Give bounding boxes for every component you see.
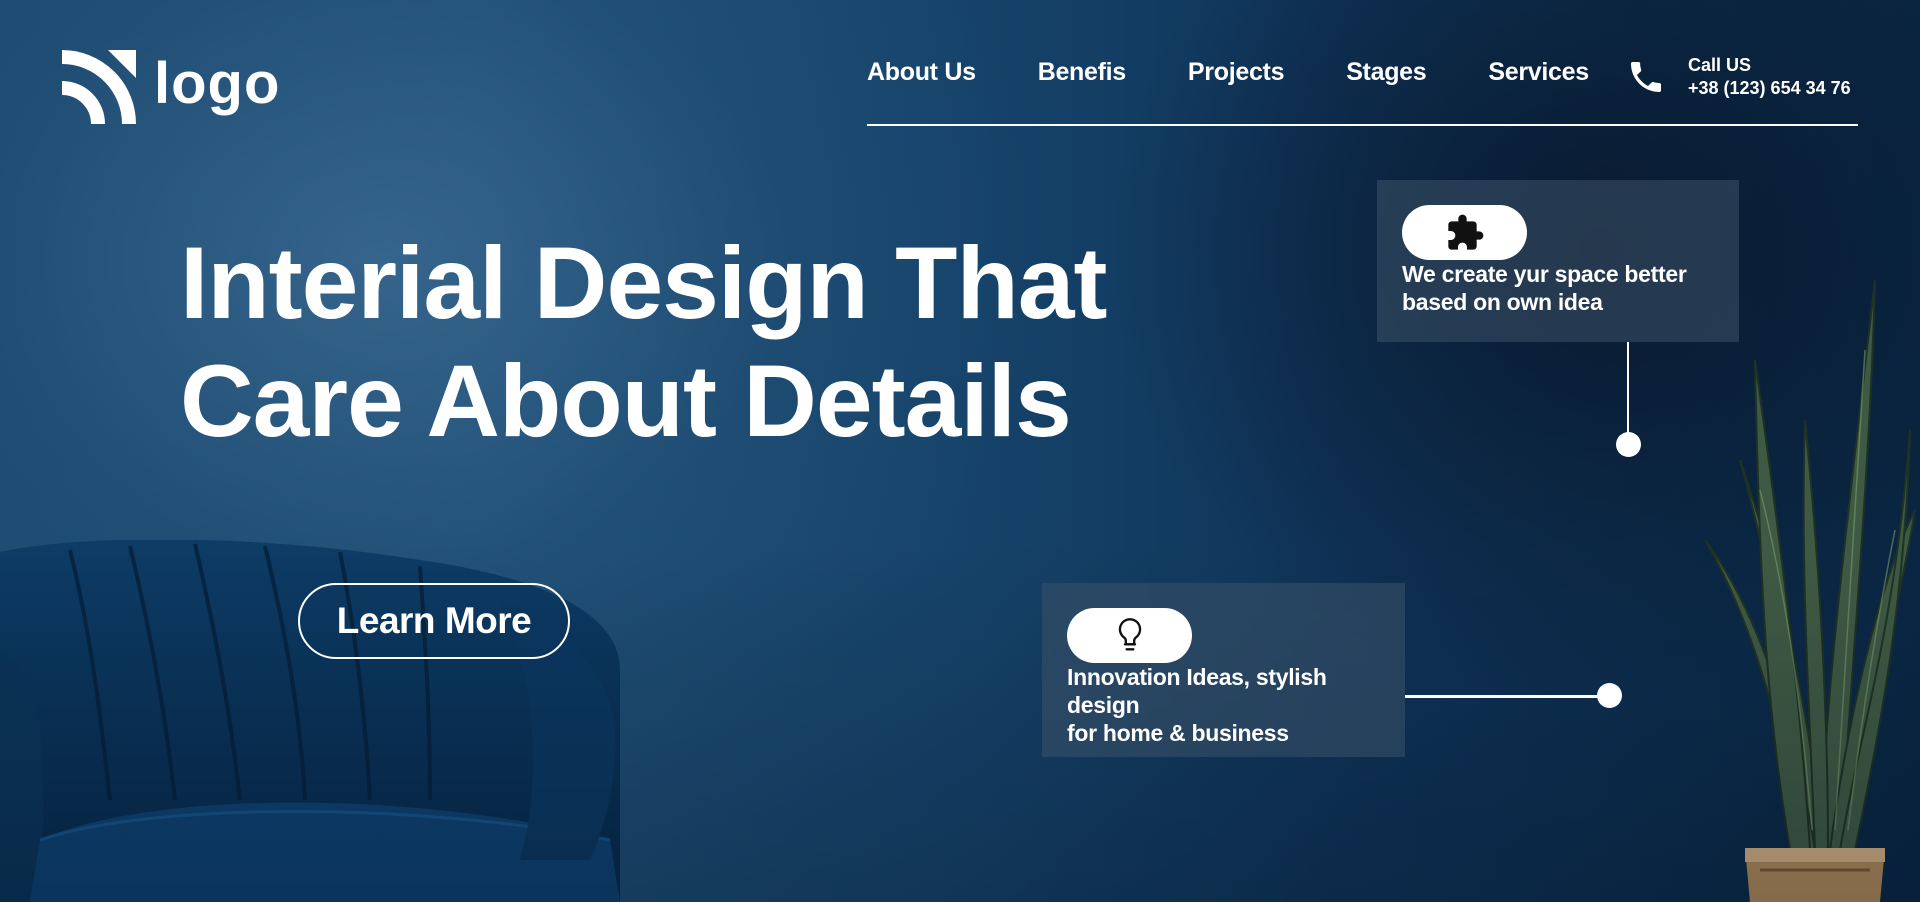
nav-benefits[interactable]: Benefis <box>1038 58 1127 87</box>
nav-stages[interactable]: Stages <box>1346 58 1426 87</box>
feature-card-space: We create yur space better based on own … <box>1377 180 1739 342</box>
learn-more-button[interactable]: Learn More <box>298 583 570 659</box>
call-us-block[interactable]: Call US +38 (123) 654 34 76 <box>1626 54 1851 100</box>
hero-title: Interial Design That Care About Details <box>180 224 1107 460</box>
call-text: Call US +38 (123) 654 34 76 <box>1688 54 1851 100</box>
nav-projects[interactable]: Projects <box>1188 58 1285 87</box>
nav-divider <box>867 124 1858 126</box>
hotspot-dot[interactable] <box>1616 432 1641 457</box>
signal-arcs-logo-icon <box>62 50 136 124</box>
connector-line <box>1405 695 1605 698</box>
phone-icon <box>1631 62 1661 92</box>
nav-services[interactable]: Services <box>1488 58 1589 87</box>
main-nav: About Us Benefis Projects Stages Service… <box>867 58 1589 87</box>
feature-card-text: We create yur space better based on own … <box>1402 260 1687 316</box>
feature-card-line-1: Innovation Ideas, stylish <box>1067 664 1327 690</box>
feature-icon-pill <box>1067 608 1192 663</box>
hotspot-dot[interactable] <box>1597 683 1622 708</box>
feature-card-line-2: based on own idea <box>1402 289 1603 315</box>
logo-text: logo <box>154 51 281 116</box>
logo[interactable]: logo <box>62 50 280 124</box>
phone-number[interactable]: +38 (123) 654 34 76 <box>1688 77 1851 100</box>
feature-icon-pill <box>1402 205 1527 260</box>
feature-card-line-1: We create yur space better <box>1402 261 1687 287</box>
feature-card-line-3: for home & business <box>1067 720 1289 746</box>
connector-line <box>1627 342 1629 444</box>
feature-card-text: Innovation Ideas, stylish design for hom… <box>1067 663 1327 747</box>
lightbulb-icon <box>1118 617 1141 650</box>
call-label: Call US <box>1688 55 1752 75</box>
hero-title-line-1: Interial Design That <box>180 226 1107 340</box>
nav-about-us[interactable]: About Us <box>867 58 976 87</box>
puzzle-icon <box>1447 214 1483 250</box>
feature-card-line-2: design <box>1067 692 1140 718</box>
hero-title-line-2: Care About Details <box>180 344 1072 458</box>
feature-card-ideas: Innovation Ideas, stylish design for hom… <box>1042 583 1405 757</box>
